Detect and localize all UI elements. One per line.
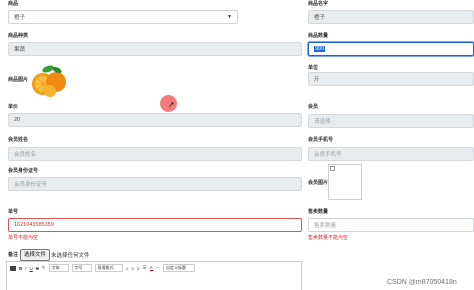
unit-value: 斤 (314, 77, 320, 83)
product-select[interactable]: 橙子 ▼ (8, 10, 238, 24)
order-no-label: 单号 (8, 209, 19, 215)
sale-qty-label: 售卖数量 (308, 209, 329, 215)
member-id-field[interactable]: 会员身份证号 (8, 177, 302, 191)
font-family-select[interactable]: 字体 (48, 264, 69, 272)
member-placeholder: 请选择 (314, 119, 331, 125)
file-button[interactable]: 选择文件 (20, 249, 51, 261)
stock-value: 900 (314, 46, 326, 52)
order-no-error: 单号不能为空 (8, 235, 39, 241)
stock-field[interactable]: 900 (308, 42, 474, 56)
more-icon[interactable]: ⋯ (156, 265, 161, 271)
stock-label: 商品数量 (308, 33, 329, 39)
italic-button[interactable]: I (25, 266, 26, 271)
product-image (32, 65, 66, 97)
source-icon[interactable] (10, 265, 16, 271)
member-name-field[interactable]: 会员姓名 (8, 147, 302, 161)
category-field[interactable]: 果蔬 (8, 42, 302, 56)
member-label: 会员 (308, 104, 319, 110)
member-image-label: 会员图片 (308, 180, 329, 186)
align-right-icon[interactable]: ≡ (137, 266, 140, 271)
unit-label: 单位 (308, 65, 319, 71)
strike-button[interactable]: S (36, 266, 39, 271)
unit-price-field[interactable]: 20 (8, 113, 302, 127)
editor-toolbar: B I U S ✎ 字体 字号 段落格式 ≡ ≡ ≡ ☰ A ⋯ 自定义标题 (10, 264, 196, 272)
order-no-value: 1621043585359 (14, 222, 54, 228)
broken-image-icon (330, 166, 335, 171)
mouse-pointer-icon: ➚ (168, 100, 175, 109)
unit-price-label: 单价 (8, 104, 19, 110)
format-icon[interactable]: ✎ (42, 265, 46, 271)
list-icon[interactable]: ☰ (142, 265, 146, 271)
member-name-placeholder: 会员姓名 (14, 152, 37, 158)
unit-price-value: 20 (14, 117, 21, 123)
product-image-label: 商品图片 (8, 77, 29, 83)
product-name-value: 橙子 (314, 15, 326, 21)
product-label: 商品 (8, 1, 19, 7)
underline-button[interactable]: U (30, 266, 33, 271)
product-name-field[interactable]: 橙子 (308, 10, 474, 24)
category-value: 果蔬 (14, 47, 26, 53)
bold-button[interactable]: B (19, 266, 22, 271)
remark-label: 备注 (8, 252, 19, 258)
member-name-label: 会员姓名 (8, 137, 29, 143)
chevron-down-icon: ▼ (227, 14, 232, 20)
member-id-placeholder: 会员身份证号 (14, 182, 48, 188)
member-phone-field[interactable]: 会员手机号 (308, 147, 474, 161)
member-phone-label: 会员手机号 (308, 137, 334, 143)
file-status: 未选择任何文件 (51, 253, 90, 259)
align-center-icon[interactable]: ≡ (131, 266, 134, 271)
font-size-select[interactable]: 字号 (71, 264, 92, 272)
paragraph-select[interactable]: 段落格式 (94, 264, 123, 272)
custom-title-select[interactable]: 自定义标题 (163, 264, 196, 272)
member-id-label: 会员身份证号 (8, 168, 39, 174)
member-select[interactable]: 请选择 (308, 114, 474, 128)
text-color-button[interactable]: A (149, 265, 153, 271)
unit-field[interactable]: 斤 (308, 72, 474, 86)
order-no-field[interactable]: 1621043585359 (8, 218, 302, 232)
sale-qty-placeholder: 售卖数量 (314, 223, 337, 229)
member-phone-placeholder: 会员手机号 (314, 152, 342, 158)
category-label: 商品种类 (8, 33, 29, 39)
sale-qty-error: 售卖数量不能为空 (308, 235, 349, 241)
member-image-placeholder (328, 164, 362, 200)
product-select-value: 橙子 (14, 15, 26, 21)
sale-qty-field[interactable]: 售卖数量 (308, 218, 474, 232)
product-name-label: 商品名字 (308, 1, 329, 7)
watermark: CSDN @m87050418n (387, 279, 457, 286)
align-left-icon[interactable]: ≡ (126, 266, 129, 271)
